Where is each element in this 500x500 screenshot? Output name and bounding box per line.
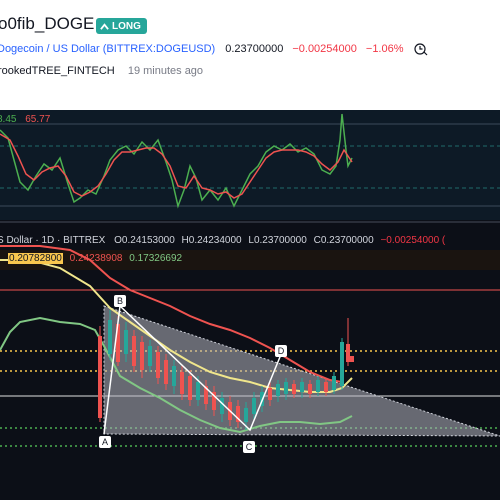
published-time: 19 minutes ago bbox=[127, 65, 204, 77]
price-change: −0.00254000 bbox=[292, 43, 357, 55]
point-b-label[interactable]: B bbox=[114, 295, 126, 307]
price-change-pct: −1.06% bbox=[365, 43, 404, 55]
arrow-up-icon bbox=[100, 22, 109, 30]
point-c-label[interactable]: C bbox=[243, 441, 255, 453]
band-values: 0.20782800 0.24238908 0.17326692 bbox=[8, 253, 182, 264]
ohlc-legend: S Dollar · 1D · BITTREX O0.24153000 H0.2… bbox=[0, 235, 445, 246]
indicator-value-1: 8.45 bbox=[0, 114, 17, 125]
chart-panel[interactable]: 8.45 65.77 S Dollar · 1D · BITTREX O0.24… bbox=[0, 110, 500, 500]
band-value-3: 0.17326692 bbox=[129, 253, 183, 264]
open-value: 0.24153000 bbox=[121, 235, 175, 246]
close-value: 0.23700000 bbox=[320, 235, 374, 246]
indicator-values: 8.45 65.77 bbox=[0, 114, 50, 125]
point-a-label[interactable]: A bbox=[99, 436, 111, 448]
clock-refresh-icon[interactable] bbox=[413, 42, 428, 56]
point-d-label[interactable]: D bbox=[275, 345, 287, 357]
band-value-2: 0.24238908 bbox=[69, 253, 123, 264]
long-badge: LONG bbox=[96, 18, 147, 34]
author-name[interactable]: rookedTREE_FINTECH bbox=[0, 65, 115, 77]
series-title: S Dollar · 1D · BITTREX bbox=[0, 235, 106, 246]
low-value: 0.23700000 bbox=[253, 235, 307, 246]
symbol-link[interactable]: Dogecoin / US Dollar (BITTREX:DOGEUSD) bbox=[0, 43, 215, 55]
idea-header: o0fib_DOGE LONG Dogecoin / US Dollar (BI… bbox=[0, 0, 500, 110]
ohlc-change: −0.00254000 ( bbox=[380, 235, 446, 246]
last-price: 0.23700000 bbox=[225, 43, 284, 55]
band-value-1: 0.20782800 bbox=[8, 253, 63, 264]
author-row: rookedTREE_FINTECH 19 minutes ago bbox=[0, 65, 203, 77]
idea-title[interactable]: o0fib_DOGE bbox=[0, 14, 94, 34]
indicator-value-2: 65.77 bbox=[25, 114, 51, 125]
high-value: 0.24234000 bbox=[188, 235, 242, 246]
symbol-row: Dogecoin / US Dollar (BITTREX:DOGEUSD) 0… bbox=[0, 42, 428, 56]
badge-label: LONG bbox=[112, 20, 141, 32]
